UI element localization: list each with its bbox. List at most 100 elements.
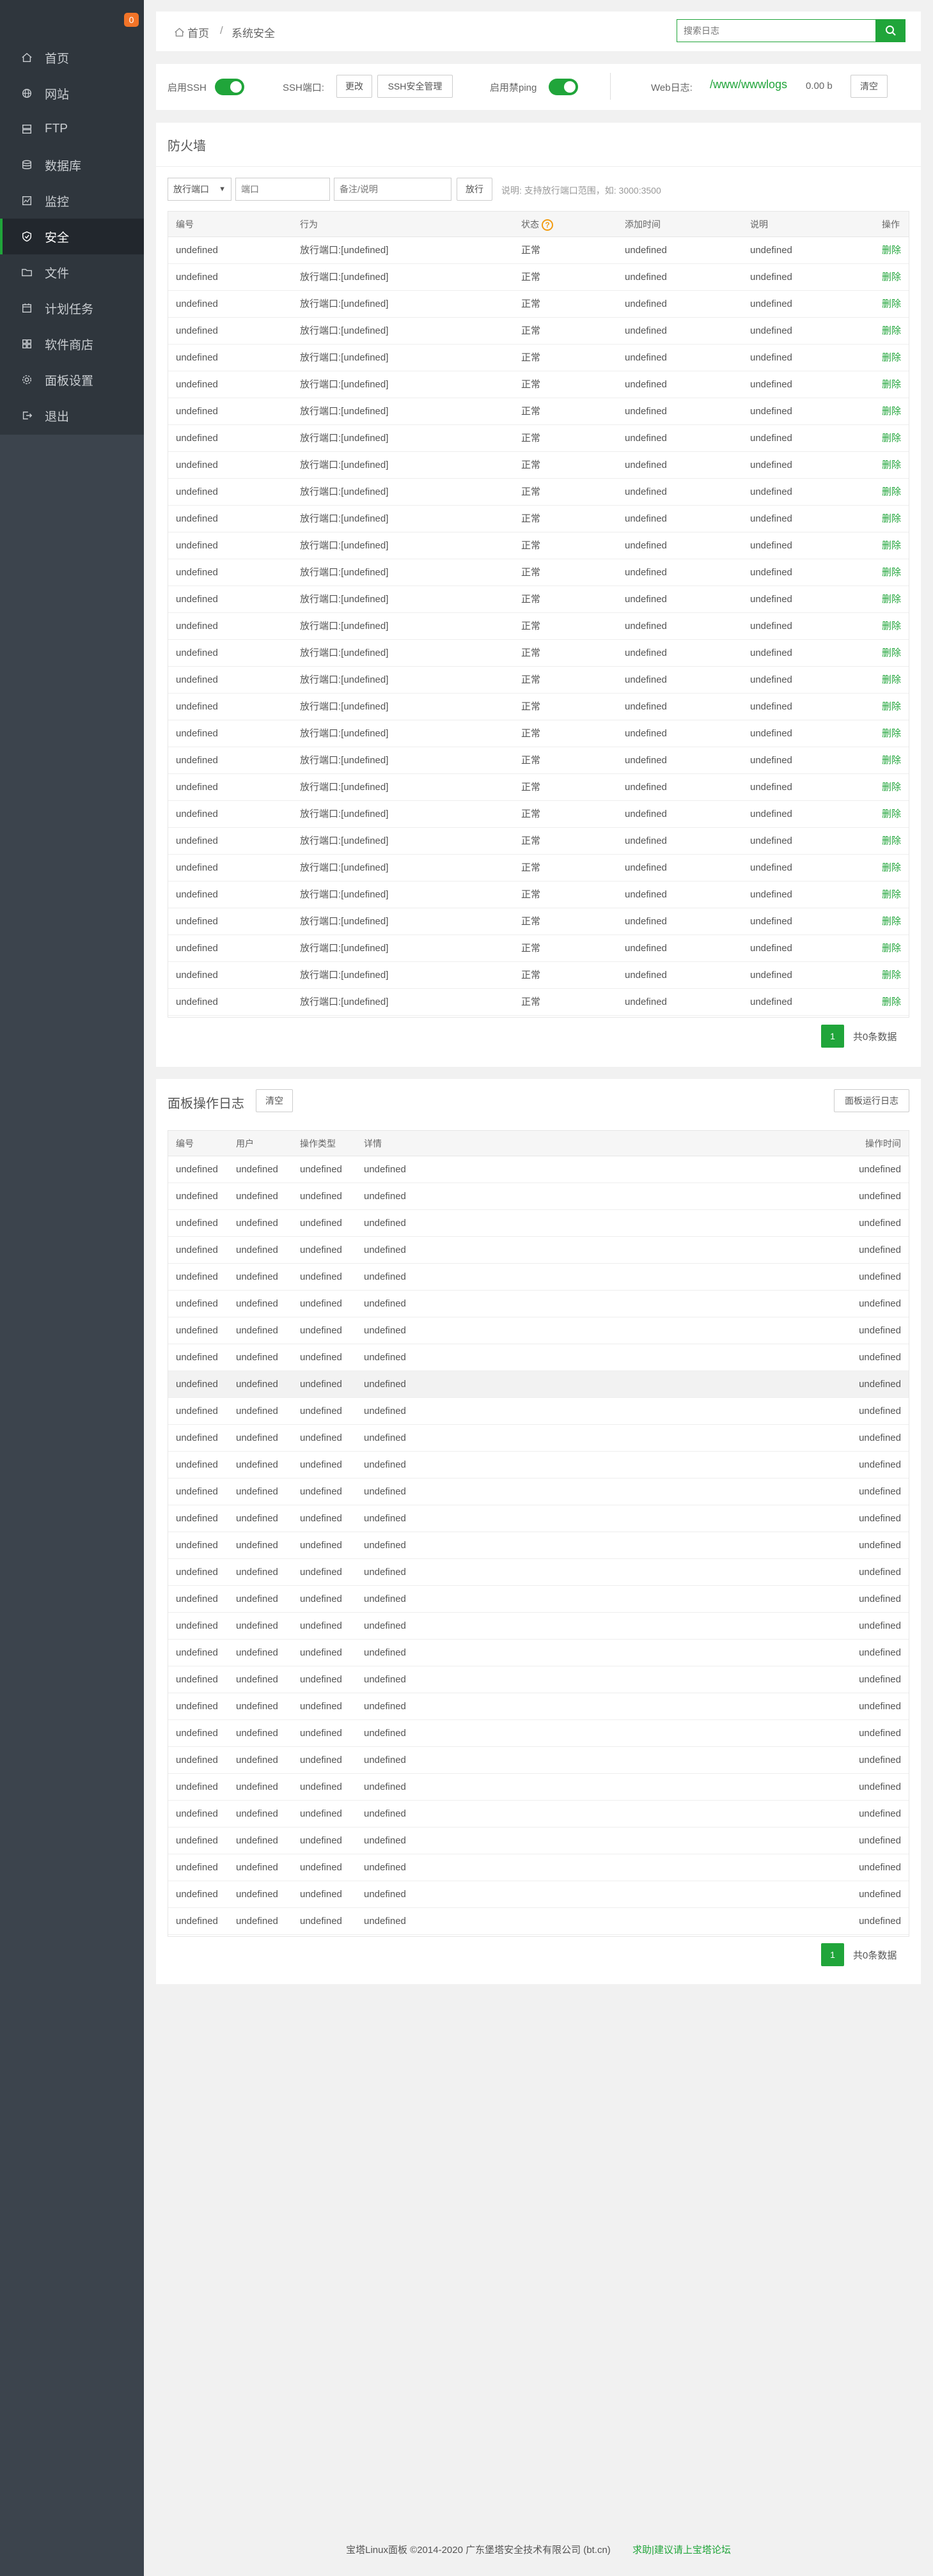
delete-link[interactable]: 删除: [882, 855, 901, 881]
cell-added-time: undefined: [625, 433, 667, 444]
cell-status: 正常: [521, 272, 541, 283]
delete-link[interactable]: 删除: [882, 613, 901, 640]
delete-link[interactable]: 删除: [882, 452, 901, 479]
table-row: undefined 放行端口:[undefined] 正常 undefined unde…: [168, 506, 909, 532]
table-row: undefined 放行端口:[undefined] 正常 undefined unde…: [168, 640, 909, 667]
cell-id: undefined: [176, 1513, 218, 1524]
cell-action: 放行端口:[undefined]: [300, 245, 389, 256]
cell-id: undefined: [176, 1594, 218, 1604]
page-number-button[interactable]: 1: [821, 1025, 844, 1048]
table-row: undefined 放行端口:[undefined] 正常 undefined unde…: [168, 962, 909, 989]
delete-link[interactable]: 删除: [882, 586, 901, 613]
table-row: undefined undefined undefined undefined unde…: [168, 1774, 909, 1801]
sidebar-item[interactable]: 文件: [0, 254, 144, 290]
cell-id: undefined: [176, 755, 218, 766]
cell-id: undefined: [176, 406, 218, 417]
help-icon[interactable]: ?: [542, 219, 553, 231]
sidebar-item[interactable]: 监控: [0, 183, 144, 219]
delete-link[interactable]: 删除: [882, 264, 901, 291]
sidebar-item[interactable]: 数据库: [0, 147, 144, 183]
delete-link[interactable]: 删除: [882, 398, 901, 425]
rule-type-select[interactable]: 放行端口 ▼: [168, 178, 231, 201]
forum-link[interactable]: 求助|建议请上宝塔论坛: [632, 2545, 731, 2556]
col-operation: 操作: [882, 219, 900, 229]
page-number-button[interactable]: 1: [821, 1943, 844, 1966]
cell-action: 放行端口:[undefined]: [300, 433, 389, 444]
clear-weblog-button[interactable]: 清空: [851, 75, 888, 98]
table-row: undefined 放行端口:[undefined] 正常 undefined unde…: [168, 694, 909, 720]
delete-link[interactable]: 删除: [882, 720, 901, 747]
delete-link[interactable]: 删除: [882, 371, 901, 398]
table-row: undefined undefined undefined undefined unde…: [168, 1613, 909, 1640]
delete-link[interactable]: 删除: [882, 694, 901, 720]
port-input[interactable]: [235, 178, 330, 201]
cell-action: 放行端口:[undefined]: [300, 594, 389, 605]
cell-status: 正常: [521, 460, 541, 470]
delete-link[interactable]: 删除: [882, 935, 901, 962]
ping-toggle[interactable]: [549, 79, 578, 95]
cell-action: 放行端口:[undefined]: [300, 621, 389, 632]
cell-op-type: undefined: [300, 1486, 342, 1497]
delete-link[interactable]: 删除: [882, 989, 901, 1016]
cell-id: undefined: [176, 835, 218, 846]
delete-link[interactable]: 删除: [882, 747, 901, 774]
weblog-path-link[interactable]: /www/wwwlogs: [710, 78, 787, 91]
sidebar-item-label: 网站: [45, 88, 70, 102]
search-button[interactable]: [876, 19, 906, 42]
ssh-toggle[interactable]: [215, 79, 244, 95]
cell-op-time: undefined: [859, 1567, 901, 1578]
delete-link[interactable]: 删除: [882, 479, 901, 506]
delete-link[interactable]: 删除: [882, 881, 901, 908]
breadcrumb-home[interactable]: 首页: [174, 24, 209, 40]
sidebar-item[interactable]: 网站: [0, 75, 144, 111]
change-port-button[interactable]: 更改: [336, 75, 372, 98]
sidebar-item[interactable]: 软件商店: [0, 326, 144, 362]
cell-added-time: undefined: [625, 325, 667, 336]
delete-link[interactable]: 删除: [882, 801, 901, 828]
delete-link[interactable]: 删除: [882, 667, 901, 694]
notification-badge[interactable]: 0: [124, 13, 139, 27]
sidebar-item[interactable]: FTP: [0, 111, 144, 147]
cell-note: undefined: [750, 486, 792, 497]
delete-link[interactable]: 删除: [882, 291, 901, 318]
cell-op-time: undefined: [859, 1486, 901, 1497]
cell-note: undefined: [750, 513, 792, 524]
delete-link[interactable]: 删除: [882, 640, 901, 667]
delete-link[interactable]: 删除: [882, 506, 901, 532]
cell-id: undefined: [176, 1647, 218, 1658]
delete-link[interactable]: 删除: [882, 318, 901, 345]
ssh-security-button[interactable]: SSH安全管理: [377, 75, 453, 98]
sidebar-item[interactable]: 退出: [0, 398, 144, 433]
delete-link[interactable]: 删除: [882, 774, 901, 801]
delete-link[interactable]: 删除: [882, 828, 901, 855]
delete-link[interactable]: 删除: [882, 345, 901, 371]
delete-link[interactable]: 删除: [882, 962, 901, 989]
log-search-input[interactable]: [677, 19, 876, 42]
sidebar-item[interactable]: 面板设置: [0, 362, 144, 398]
delete-link[interactable]: 删除: [882, 559, 901, 586]
delete-link[interactable]: 删除: [882, 237, 901, 264]
cell-op-time: undefined: [859, 1781, 901, 1792]
cell-user: undefined: [236, 1164, 278, 1175]
delete-link[interactable]: 删除: [882, 425, 901, 452]
cell-op-type: undefined: [300, 1808, 342, 1819]
sidebar-item[interactable]: 首页: [0, 40, 144, 75]
cell-added-time: undefined: [625, 835, 667, 846]
sidebar-item[interactable]: 安全: [0, 219, 144, 254]
cell-note: undefined: [750, 889, 792, 900]
sidebar-item[interactable]: 计划任务: [0, 290, 144, 326]
note-input[interactable]: [334, 178, 451, 201]
table-row: undefined 放行端口:[undefined] 正常 undefined unde…: [168, 881, 909, 908]
panel-run-log-button[interactable]: 面板运行日志: [834, 1089, 909, 1112]
delete-link[interactable]: 删除: [882, 532, 901, 559]
table-row: undefined undefined undefined undefined unde…: [168, 1720, 909, 1747]
table-row: undefined undefined undefined undefined unde…: [168, 1747, 909, 1774]
cell-op-time: undefined: [859, 1459, 901, 1470]
cell-detail: undefined: [364, 1755, 406, 1765]
delete-link[interactable]: 删除: [882, 908, 901, 935]
allow-port-button[interactable]: 放行: [457, 178, 492, 201]
cell-detail: undefined: [364, 1701, 406, 1712]
sidebar-item-label: FTP: [45, 122, 68, 136]
clear-oplog-button[interactable]: 清空: [256, 1089, 293, 1112]
table-row: undefined 放行端口:[undefined] 正常 undefined unde…: [168, 801, 909, 828]
